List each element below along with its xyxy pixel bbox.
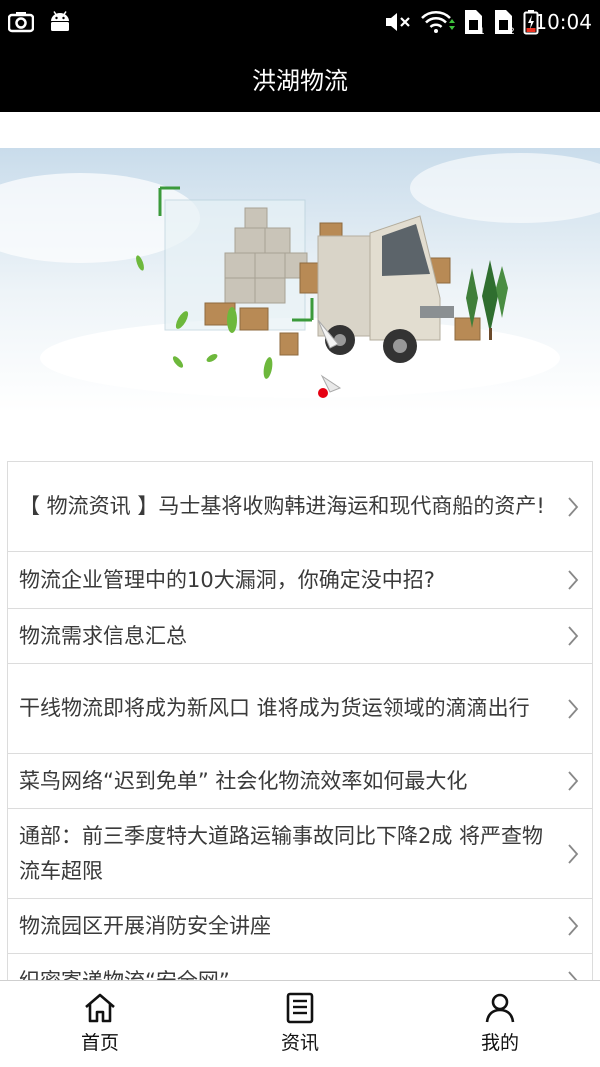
chevron-right-icon [568, 843, 579, 864]
android-icon [48, 0, 72, 44]
svg-text:1: 1 [479, 27, 485, 35]
bottom-tab-bar: 首页 资讯 我的 [0, 980, 600, 1067]
news-title: 织密寄递物流“安全网” [19, 968, 230, 982]
tab-home[interactable]: 首页 [0, 981, 200, 1067]
svg-text:2: 2 [509, 27, 515, 35]
chevron-right-icon [568, 626, 579, 646]
banner-image [0, 148, 600, 412]
chevron-right-icon [568, 771, 579, 791]
news-title: 物流园区开展消防安全讲座 [19, 913, 271, 938]
page-title: 洪湖物流 [0, 44, 600, 112]
tab-news[interactable]: 资讯 [200, 981, 400, 1067]
news-icon [286, 992, 314, 1024]
list-item[interactable]: 【 物流资讯 】马士基将收购韩进海运和现代商船的资产! [7, 462, 593, 552]
clock: 10:04 [534, 10, 592, 34]
list-item[interactable]: 织密寄递物流“安全网” [7, 954, 593, 981]
chevron-right-icon [568, 916, 579, 936]
news-title: 【 物流资讯 】马士基将收购韩进海运和现代商船的资产! [19, 494, 545, 518]
chevron-right-icon [568, 698, 579, 719]
chevron-right-icon [568, 570, 579, 590]
list-item[interactable]: 干线物流即将成为新风口 谁将成为货运领域的滴滴出行 [7, 664, 593, 754]
carousel-dot-active[interactable] [318, 388, 328, 398]
carousel-indicators[interactable] [0, 383, 600, 403]
banner-carousel[interactable] [0, 148, 600, 412]
sim2-icon: 2 [492, 0, 516, 44]
carousel-dot[interactable] [294, 388, 304, 398]
user-icon [485, 993, 515, 1023]
sim1-icon: 1 [462, 0, 486, 44]
status-bar: 1 2 10:04 [0, 0, 600, 44]
news-list: 【 物流资讯 】马士基将收购韩进海运和现代商船的资产! 物流企业管理中的10大漏… [7, 461, 593, 981]
news-title: 通部：前三季度特大道路运输事故同比下降2成 将严查物流车超限 [19, 823, 544, 883]
tab-label: 我的 [480, 1032, 519, 1054]
chevron-right-icon [568, 496, 579, 517]
tab-label: 资讯 [280, 1032, 319, 1054]
news-title: 物流需求信息汇总 [19, 623, 187, 648]
tab-profile[interactable]: 我的 [400, 981, 600, 1067]
mute-icon [384, 0, 412, 44]
list-item[interactable]: 通部：前三季度特大道路运输事故同比下降2成 将严查物流车超限 [7, 809, 593, 899]
tab-label: 首页 [80, 1032, 119, 1054]
list-item[interactable]: 菜鸟网络“迟到免单” 社会化物流效率如何最大化 [7, 754, 593, 809]
list-item[interactable]: 物流企业管理中的10大漏洞，你确定没中招? [7, 552, 593, 609]
camera-icon [8, 0, 34, 44]
wifi-icon [421, 0, 455, 44]
carousel-dot[interactable] [270, 388, 280, 398]
list-item[interactable]: 物流园区开展消防安全讲座 [7, 899, 593, 954]
news-title: 物流企业管理中的10大漏洞，你确定没中招? [19, 567, 435, 592]
news-title: 干线物流即将成为新风口 谁将成为货运领域的滴滴出行 [19, 696, 530, 720]
list-item[interactable]: 物流需求信息汇总 [7, 609, 593, 664]
home-icon [85, 993, 115, 1023]
news-title: 菜鸟网络“迟到免单” 社会化物流效率如何最大化 [19, 768, 468, 793]
